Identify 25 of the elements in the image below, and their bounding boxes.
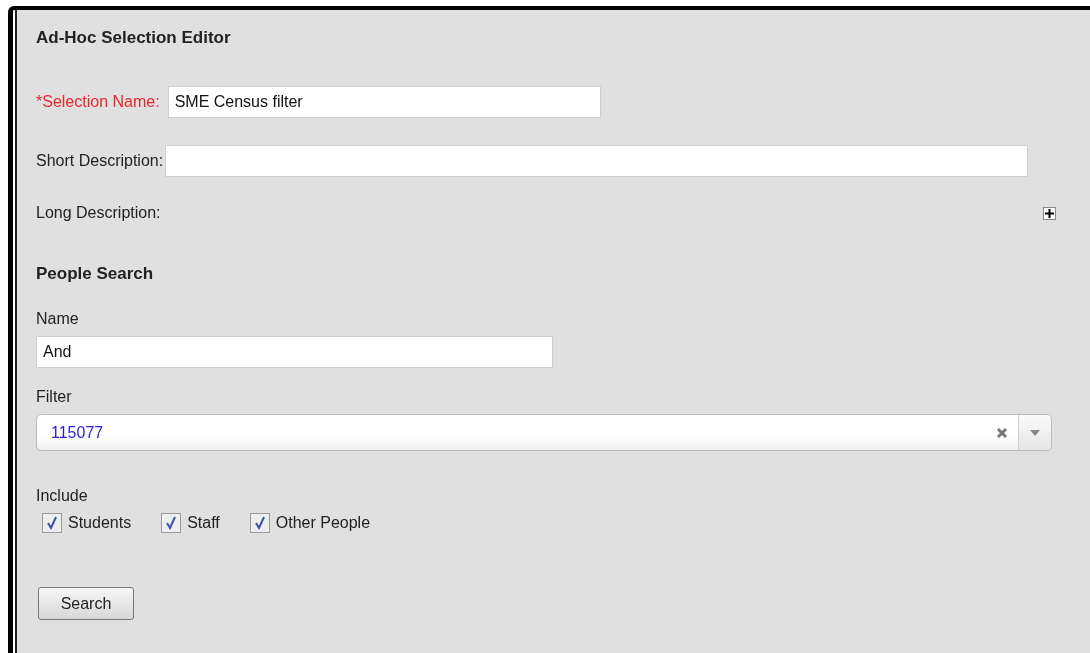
caret-icon [1030, 429, 1040, 436]
field-label: Short Description: [36, 152, 164, 170]
checkbox-label: Students [68, 514, 132, 532]
filter-dropdown[interactable]: 115077 [36, 414, 1052, 451]
checkbox-label: Staff [187, 514, 220, 532]
search-button[interactable]: Search [38, 587, 134, 620]
name-field[interactable]: And [36, 336, 553, 368]
section-heading: People Search [36, 264, 155, 284]
clear-icon[interactable] [996, 426, 1008, 439]
field-label: Name [36, 310, 80, 328]
field-label: Long Description: [36, 204, 161, 222]
checkbox-label: Other People [275, 514, 371, 532]
field-label: Filter [36, 388, 73, 406]
checkbox[interactable] [42, 513, 62, 533]
expand-icon[interactable] [1043, 206, 1056, 220]
selection-name-field[interactable]: SME Census filter [167, 86, 601, 118]
short-description-field[interactable] [165, 145, 1029, 177]
checkbox[interactable] [249, 513, 270, 533]
field-label: *Selection Name: [36, 93, 160, 111]
checkmark-icon [252, 516, 267, 530]
checkbox[interactable] [161, 513, 182, 533]
field-label: Include [36, 487, 89, 505]
editor-title: Ad-Hoc Selection Editor [36, 28, 232, 48]
checkmark-icon [45, 516, 59, 530]
checkmark-icon [164, 516, 179, 530]
